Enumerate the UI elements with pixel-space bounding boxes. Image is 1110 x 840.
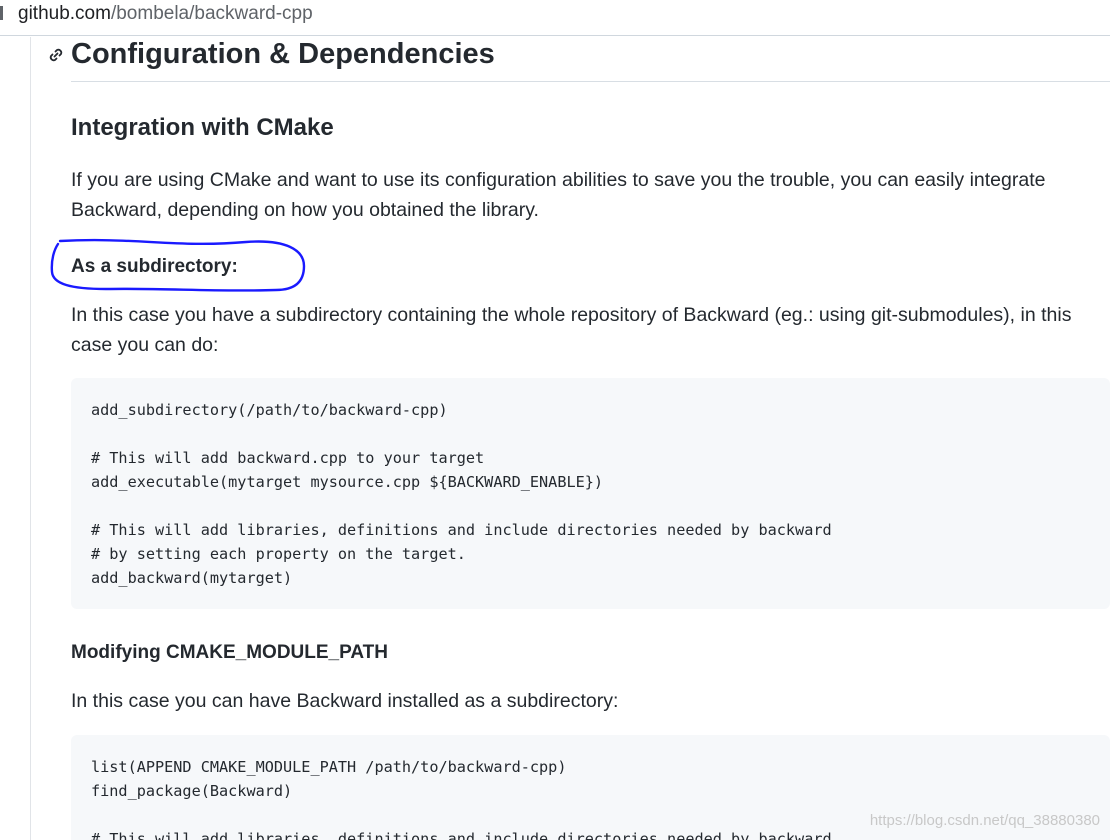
url-host: github.com [18, 3, 111, 24]
subdirectory-heading: As a subdirectory: [71, 256, 238, 277]
module-path-paragraph: In this case you can have Backward insta… [71, 690, 619, 712]
intro-paragraph: If you are using CMake and want to use i… [71, 169, 1046, 221]
left-gutter-divider [30, 37, 31, 840]
url-text[interactable]: github.com/bombela/backward-cpp [18, 3, 313, 25]
code-line: add_backward(mytarget) [91, 569, 293, 587]
heading-rule [71, 81, 1110, 82]
site-info-icon[interactable] [0, 6, 3, 20]
watermark: https://blog.csdn.net/qq_38880380 [869, 812, 1100, 829]
subsection-heading: Integration with CMake [71, 114, 334, 141]
code-line: list(APPEND CMAKE_MODULE_PATH /path/to/b… [91, 758, 567, 776]
code-line: # This will add backward.cpp to your tar… [91, 449, 485, 467]
subdirectory-paragraph: In this case you have a subdirectory con… [71, 304, 1072, 356]
url-path: /bombela/backward-cpp [110, 3, 313, 24]
code-line: add_subdirectory(/path/to/backward-cpp) [91, 401, 448, 419]
page: github.com/bombela/backward-cpp Configur… [0, 0, 1110, 840]
code-line: find_package(Backward) [91, 782, 293, 800]
code-block-subdirectory[interactable]: add_subdirectory(/path/to/backward-cpp) … [71, 378, 1110, 609]
code-line: # This will add libraries, definitions a… [91, 521, 832, 539]
section-heading: Configuration & Dependencies [71, 38, 495, 70]
address-bar[interactable]: github.com/bombela/backward-cpp [0, 0, 1110, 36]
link-icon[interactable] [46, 45, 66, 65]
module-path-heading: Modifying CMAKE_MODULE_PATH [71, 642, 389, 663]
code-line: add_executable(mytarget mysource.cpp ${B… [91, 473, 604, 491]
code-line: # by setting each property on the target… [91, 545, 466, 563]
